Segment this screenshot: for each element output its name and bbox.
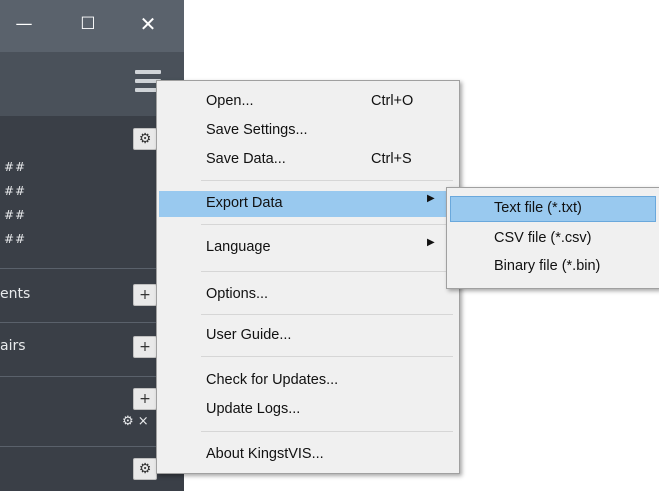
gear-icon[interactable]: ⚙ × [122, 414, 149, 429]
menu-separator [201, 314, 453, 315]
menu-item-label: Export Data [206, 195, 283, 211]
menu-separator [201, 180, 453, 181]
hash-row: ## [4, 232, 27, 246]
settings-gear-button[interactable]: ⚙ [133, 128, 157, 150]
add-measurement-button[interactable]: + [133, 284, 157, 306]
menu-item-shortcut: Ctrl+S [371, 151, 412, 167]
section-label: airs [0, 338, 26, 354]
menu-item-save-settings[interactable]: Save Settings... [157, 118, 459, 144]
menu-item-user-guide[interactable]: User Guide... [157, 323, 459, 349]
menu-item-label: About KingstVIS... [206, 446, 324, 462]
title-bar: — ☐ ✕ [0, 0, 184, 52]
menu-item-options[interactable]: Options... [157, 282, 459, 308]
menu-separator [201, 224, 453, 225]
menu-item-about[interactable]: About KingstVIS... [157, 442, 459, 468]
main-menu: Open... Ctrl+O Save Settings... Save Dat… [156, 80, 460, 474]
hash-row: ## [4, 184, 27, 198]
menu-separator [201, 431, 453, 432]
menu-separator [201, 356, 453, 357]
menu-item-label: Save Data... [206, 151, 286, 167]
menu-item-save-data[interactable]: Save Data... Ctrl+S [157, 147, 459, 173]
submenu-item-label: Binary file (*.bin) [494, 258, 601, 274]
add-cursor-pair-button[interactable]: + [133, 336, 157, 358]
export-submenu: Text file (*.txt) CSV file (*.csv) Binar… [446, 187, 659, 289]
submenu-item-csv-file[interactable]: CSV file (*.csv) [450, 226, 656, 252]
menu-item-label: Update Logs... [206, 401, 301, 417]
menu-item-label: Options... [206, 286, 269, 302]
menu-separator [201, 271, 453, 272]
menu-item-label: Language [206, 239, 271, 255]
submenu-item-text-file[interactable]: Text file (*.txt) [450, 196, 656, 222]
menu-item-label: Check for Updates... [206, 372, 339, 388]
menu-item-shortcut: Ctrl+O [371, 93, 414, 109]
menu-item-check-updates[interactable]: Check for Updates... [157, 368, 459, 394]
menu-item-open[interactable]: Open... Ctrl+O [157, 89, 459, 115]
menu-item-export-data[interactable]: Export Data ▶ [159, 191, 453, 217]
settings-gear-button-2[interactable]: ⚙ [133, 458, 157, 480]
add-decoder-button[interactable]: + [133, 388, 157, 410]
maximize-button[interactable]: ☐ [74, 10, 102, 38]
submenu-item-label: Text file (*.txt) [494, 200, 582, 216]
submenu-item-binary-file[interactable]: Binary file (*.bin) [450, 254, 656, 280]
submenu-arrow-icon: ▶ [427, 193, 435, 204]
minimize-button[interactable]: — [10, 10, 38, 38]
hash-row: ## [4, 208, 27, 222]
menu-item-label: Open... [206, 93, 254, 109]
section-label: ents [0, 286, 31, 302]
menu-item-label: User Guide... [206, 327, 292, 343]
hash-row: ## [4, 160, 27, 174]
submenu-item-label: CSV file (*.csv) [494, 230, 592, 246]
menu-item-update-logs[interactable]: Update Logs... [157, 397, 459, 423]
submenu-arrow-icon: ▶ [427, 237, 435, 248]
close-button[interactable]: ✕ [134, 10, 162, 38]
menu-item-language[interactable]: Language ▶ [157, 235, 459, 261]
menu-item-label: Save Settings... [206, 122, 308, 138]
